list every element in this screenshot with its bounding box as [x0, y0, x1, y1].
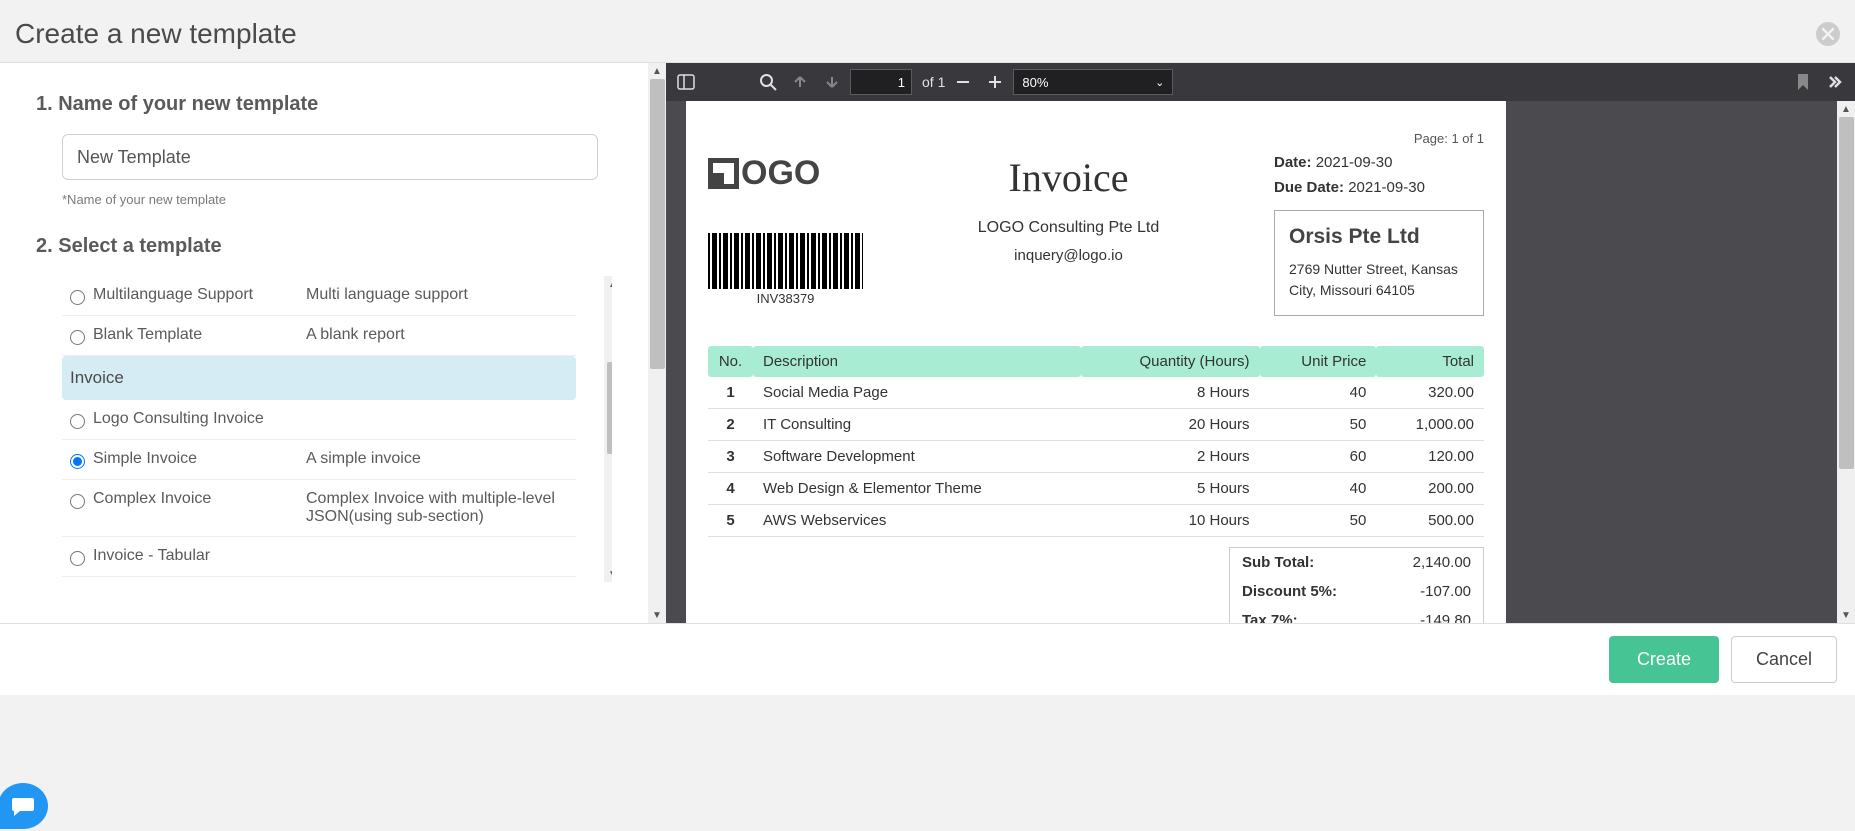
modal-header: Create a new template: [0, 0, 1855, 63]
template-desc: Multi language support: [306, 286, 568, 304]
invoice-logo: OGO: [708, 154, 863, 193]
scroll-down-icon[interactable]: ▼: [648, 607, 666, 623]
pdf-viewer-stage[interactable]: Page: 1 of 1 OGO INV38379 Invoice LOGO C…: [666, 101, 1855, 623]
invoice-company: LOGO Consulting Pte Ltd: [978, 219, 1159, 237]
logo-box-icon: [708, 158, 739, 189]
invoice-summary: Sub Total:2,140.00 Discount 5%:-107.00 T…: [1229, 547, 1484, 623]
template-name: Invoice - Tabular: [93, 547, 298, 565]
template-category: Invoice: [62, 356, 576, 400]
table-row: 1Social Media Page8 Hours40320.00: [708, 377, 1484, 409]
right-panel: of 1 80% ⌄ Page: 1 of 1: [666, 63, 1855, 623]
logo-text: OGO: [741, 154, 820, 193]
step2-heading: 2. Select a template: [36, 235, 612, 258]
viewer-scrollbar-thumb[interactable]: [1839, 117, 1854, 469]
invoice-title: Invoice: [978, 154, 1159, 201]
toggle-sidebar-button[interactable]: [672, 68, 700, 96]
template-desc: A simple invoice: [306, 450, 568, 468]
template-option[interactable]: Blank Template A blank report: [62, 316, 576, 356]
col-no: No.: [708, 346, 753, 377]
viewer-scroll-up[interactable]: ▲: [1837, 101, 1855, 117]
list-scroll-up[interactable]: ▲: [604, 276, 612, 292]
due-date-value: 2021-09-30: [1348, 179, 1425, 196]
template-name: Blank Template: [93, 326, 298, 344]
template-option[interactable]: Simple Invoice A simple invoice: [62, 440, 576, 480]
list-scrollbar-thumb[interactable]: [607, 362, 612, 454]
left-panel: 1. Name of your new template *Name of yo…: [0, 63, 648, 623]
template-radio[interactable]: [70, 454, 85, 469]
invoice-table: No. Description Quantity (Hours) Unit Pr…: [708, 346, 1484, 537]
template-radio[interactable]: [70, 551, 85, 566]
template-name-help: *Name of your new template: [62, 192, 612, 207]
due-date-label: Due Date:: [1274, 179, 1344, 196]
client-box: Orsis Pte Ltd 2769 Nutter Street, Kansas…: [1274, 210, 1484, 316]
pdf-page: Page: 1 of 1 OGO INV38379 Invoice LOGO C…: [686, 101, 1506, 623]
table-row: 2IT Consulting20 Hours501,000.00: [708, 409, 1484, 441]
modal-body: 1. Name of your new template *Name of yo…: [0, 63, 1855, 623]
date-value: 2021-09-30: [1316, 154, 1393, 171]
next-page-button[interactable]: [818, 68, 846, 96]
left-outer-scrollbar[interactable]: ▲ ▼: [648, 63, 666, 623]
template-radio[interactable]: [70, 414, 85, 429]
template-option[interactable]: Logo Consulting Invoice: [62, 400, 576, 440]
template-name: Multilanguage Support: [93, 286, 298, 304]
template-list: Multilanguage Support Multi language sup…: [62, 276, 576, 577]
table-row: 5AWS Webservices10 Hours50500.00: [708, 505, 1484, 537]
modal-title: Create a new template: [15, 18, 297, 50]
pdf-page-number: Page: 1 of 1: [708, 131, 1484, 146]
table-row: 4Web Design & Elementor Theme5 Hours4020…: [708, 473, 1484, 505]
zoom-in-button[interactable]: [981, 68, 1009, 96]
viewer-scrollbar[interactable]: ▲ ▼: [1837, 101, 1855, 623]
invoice-email: inquery@logo.io: [978, 247, 1159, 264]
date-label: Date:: [1274, 154, 1312, 171]
close-button[interactable]: [1816, 22, 1840, 46]
scrollbar-thumb[interactable]: [650, 79, 665, 369]
zoom-select[interactable]: 80% ⌄: [1013, 69, 1173, 95]
step1-heading: 1. Name of your new template: [36, 93, 612, 116]
client-address: 2769 Nutter Street, Kansas City, Missour…: [1289, 259, 1469, 301]
modal-footer: Create Cancel: [0, 623, 1855, 695]
zoom-out-button[interactable]: [949, 68, 977, 96]
page-of-text: of 1: [922, 74, 945, 90]
col-price: Unit Price: [1260, 346, 1377, 377]
table-header-row: No. Description Quantity (Hours) Unit Pr…: [708, 346, 1484, 377]
client-name: Orsis Pte Ltd: [1289, 225, 1469, 249]
search-button[interactable]: [754, 68, 782, 96]
barcode-text: INV38379: [708, 291, 863, 306]
template-radio[interactable]: [70, 330, 85, 345]
col-qty: Quantity (Hours): [1081, 346, 1260, 377]
chevron-down-icon: ⌄: [1155, 76, 1164, 89]
col-desc: Description: [753, 346, 1081, 377]
list-scroll-down[interactable]: ▼: [604, 566, 612, 582]
prev-page-button[interactable]: [786, 68, 814, 96]
barcode-icon: [708, 233, 863, 289]
more-tools-button[interactable]: [1821, 68, 1849, 96]
viewer-scroll-down[interactable]: ▼: [1837, 607, 1855, 623]
cancel-button[interactable]: Cancel: [1731, 636, 1837, 683]
bookmark-button[interactable]: [1789, 68, 1817, 96]
zoom-value: 80%: [1022, 75, 1048, 90]
template-desc: Complex Invoice with multiple-level JSON…: [306, 490, 568, 526]
create-button[interactable]: Create: [1609, 636, 1719, 683]
list-scrollbar-track[interactable]: [604, 292, 612, 566]
col-total: Total: [1376, 346, 1484, 377]
template-list-wrap: Multilanguage Support Multi language sup…: [62, 276, 612, 582]
template-option[interactable]: Invoice - Tabular: [62, 537, 576, 577]
template-option[interactable]: Complex Invoice Complex Invoice with mul…: [62, 480, 576, 537]
pdf-viewer-toolbar: of 1 80% ⌄: [666, 63, 1855, 101]
template-radio[interactable]: [70, 494, 85, 509]
page-number-input[interactable]: [850, 69, 912, 95]
template-name-input[interactable]: [62, 134, 598, 180]
scroll-up-icon[interactable]: ▲: [648, 63, 666, 79]
template-name: Simple Invoice: [93, 450, 298, 468]
table-row: 3Software Development2 Hours60120.00: [708, 441, 1484, 473]
template-name: Complex Invoice: [93, 490, 298, 508]
template-desc: A blank report: [306, 326, 568, 344]
chat-bubble-button[interactable]: [0, 783, 48, 829]
template-radio[interactable]: [70, 290, 85, 305]
template-name: Logo Consulting Invoice: [93, 410, 298, 428]
template-option[interactable]: Multilanguage Support Multi language sup…: [62, 276, 576, 316]
